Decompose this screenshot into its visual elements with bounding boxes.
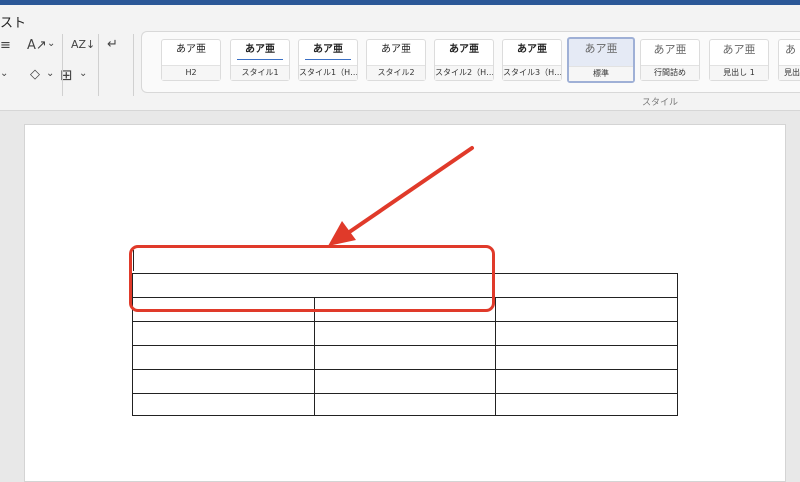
annotation-arrow-icon — [328, 146, 474, 246]
